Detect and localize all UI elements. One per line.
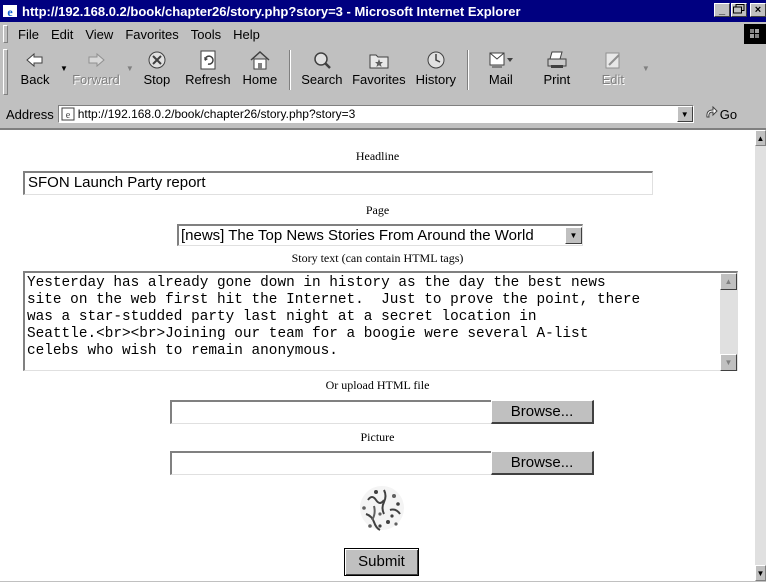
restore-icon bbox=[733, 4, 745, 14]
story-form: Headline SFON Launch Party report Page [… bbox=[0, 130, 755, 581]
browse-upload-button[interactable]: Browse... bbox=[491, 400, 594, 424]
scroll-up-icon[interactable]: ▲ bbox=[755, 130, 766, 146]
page-select-value: [news] The Top News Stories From Around … bbox=[181, 227, 534, 244]
scroll-down-icon[interactable]: ▼ bbox=[755, 565, 766, 581]
menu-help[interactable]: Help bbox=[227, 27, 266, 42]
picture-label: Picture bbox=[360, 430, 395, 444]
favorites-folder-icon bbox=[369, 49, 389, 71]
headline-label: Headline bbox=[355, 149, 400, 163]
story-text-content: Yesterday has already gone down in histo… bbox=[27, 275, 641, 359]
story-textarea[interactable]: Yesterday has already gone down in histo… bbox=[23, 271, 738, 371]
story-scrollbar[interactable]: ▲ ▼ bbox=[720, 273, 737, 371]
refresh-button[interactable]: Refresh bbox=[180, 46, 236, 92]
history-icon bbox=[426, 49, 446, 71]
story-text-label: Story text (can contain HTML tags) bbox=[291, 251, 464, 265]
menu-file[interactable]: File bbox=[12, 27, 45, 42]
forward-dropdown-icon[interactable]: ▼ bbox=[126, 64, 134, 73]
windows-logo-icon bbox=[744, 24, 766, 44]
menu-favorites[interactable]: Favorites bbox=[119, 27, 184, 42]
upload-file-input[interactable] bbox=[170, 400, 492, 424]
page-scrollbar[interactable]: ▲ ▼ bbox=[755, 130, 766, 581]
ie-logo-icon: e bbox=[2, 3, 18, 19]
menu-edit[interactable]: Edit bbox=[45, 27, 79, 42]
history-button[interactable]: History bbox=[410, 46, 462, 92]
address-url: http://192.168.0.2/book/chapter26/story.… bbox=[77, 107, 356, 121]
close-button[interactable]: × bbox=[750, 3, 766, 17]
printer-icon bbox=[546, 49, 568, 71]
menu-view[interactable]: View bbox=[79, 27, 119, 42]
home-button[interactable]: Home bbox=[236, 46, 284, 92]
print-button[interactable]: Print bbox=[528, 46, 586, 92]
address-field[interactable]: e http://192.168.0.2/book/chapter26/stor… bbox=[57, 105, 694, 123]
headline-input[interactable]: SFON Launch Party report bbox=[23, 171, 653, 195]
svg-text:e: e bbox=[65, 110, 70, 121]
mail-button[interactable]: Mail bbox=[474, 46, 528, 92]
chevron-down-icon: ▼ bbox=[680, 109, 689, 119]
page-select-dropdown-button[interactable]: ▼ bbox=[565, 227, 582, 244]
search-icon bbox=[312, 49, 332, 71]
upload-label: Or upload HTML file bbox=[325, 378, 430, 392]
more-dropdown-icon[interactable]: ▼ bbox=[642, 64, 650, 73]
address-label: Address bbox=[6, 106, 54, 122]
picture-thumbnail bbox=[354, 480, 410, 536]
page-select[interactable]: [news] The Top News Stories From Around … bbox=[177, 224, 583, 246]
address-bar: Address e http://192.168.0.2/book/chapte… bbox=[0, 102, 766, 126]
refresh-label: Refresh bbox=[185, 72, 231, 87]
scroll-up-icon[interactable]: ▲ bbox=[720, 273, 737, 290]
stop-button[interactable]: Stop bbox=[134, 46, 180, 92]
stop-icon bbox=[147, 49, 167, 71]
search-label: Search bbox=[301, 72, 343, 87]
submit-button[interactable]: Submit bbox=[344, 548, 419, 576]
back-label: Back bbox=[20, 72, 50, 87]
print-label: Print bbox=[543, 72, 571, 87]
back-arrow-icon bbox=[25, 49, 45, 71]
stop-label: Stop bbox=[143, 72, 171, 87]
edit-page-icon bbox=[603, 49, 623, 71]
window-title: http://192.168.0.2/book/chapter26/story.… bbox=[22, 3, 521, 19]
chevron-down-icon: ▼ bbox=[569, 231, 578, 240]
menu-grip bbox=[3, 25, 8, 43]
page-icon: e bbox=[61, 107, 75, 121]
back-dropdown-icon[interactable]: ▼ bbox=[60, 64, 68, 73]
standard-toolbar: Back ▼ Forward ▼ Stop Refresh Home Searc… bbox=[0, 46, 766, 96]
refresh-icon bbox=[199, 49, 217, 71]
toolbar-separator bbox=[466, 50, 469, 90]
svg-text:e: e bbox=[7, 5, 13, 19]
favorites-label: Favorites bbox=[352, 72, 406, 87]
menu-tools[interactable]: Tools bbox=[185, 27, 227, 42]
favorites-button[interactable]: Favorites bbox=[348, 46, 410, 92]
forward-arrow-icon bbox=[86, 49, 106, 71]
forward-button[interactable]: Forward bbox=[68, 46, 124, 92]
mail-icon bbox=[488, 49, 514, 71]
party-confetti-icon bbox=[360, 486, 404, 531]
toolbar-grip bbox=[3, 49, 8, 95]
home-label: Home bbox=[242, 72, 278, 87]
picture-file-input[interactable] bbox=[170, 451, 492, 475]
forward-label: Forward bbox=[72, 72, 120, 87]
menu-bar: File Edit View Favorites Tools Help bbox=[0, 24, 766, 44]
go-arrow-icon bbox=[704, 105, 718, 123]
address-dropdown-button[interactable]: ▼ bbox=[676, 106, 693, 122]
back-button[interactable]: Back bbox=[12, 46, 58, 92]
mail-label: Mail bbox=[488, 72, 513, 87]
go-label: Go bbox=[719, 106, 738, 122]
toolbar-separator bbox=[288, 50, 291, 90]
maximize-button[interactable] bbox=[731, 3, 747, 17]
browse-picture-button[interactable]: Browse... bbox=[491, 451, 594, 475]
scroll-down-icon[interactable]: ▼ bbox=[720, 354, 737, 371]
search-button[interactable]: Search bbox=[296, 46, 348, 92]
title-bar: e http://192.168.0.2/book/chapter26/stor… bbox=[0, 0, 766, 22]
edit-button[interactable]: Edit bbox=[586, 46, 640, 92]
go-button[interactable]: Go bbox=[704, 105, 738, 123]
minimize-button[interactable]: _ bbox=[714, 3, 730, 17]
edit-label: Edit bbox=[601, 72, 625, 87]
page-label: Page bbox=[365, 203, 390, 217]
history-label: History bbox=[415, 72, 457, 87]
home-icon bbox=[249, 49, 271, 71]
